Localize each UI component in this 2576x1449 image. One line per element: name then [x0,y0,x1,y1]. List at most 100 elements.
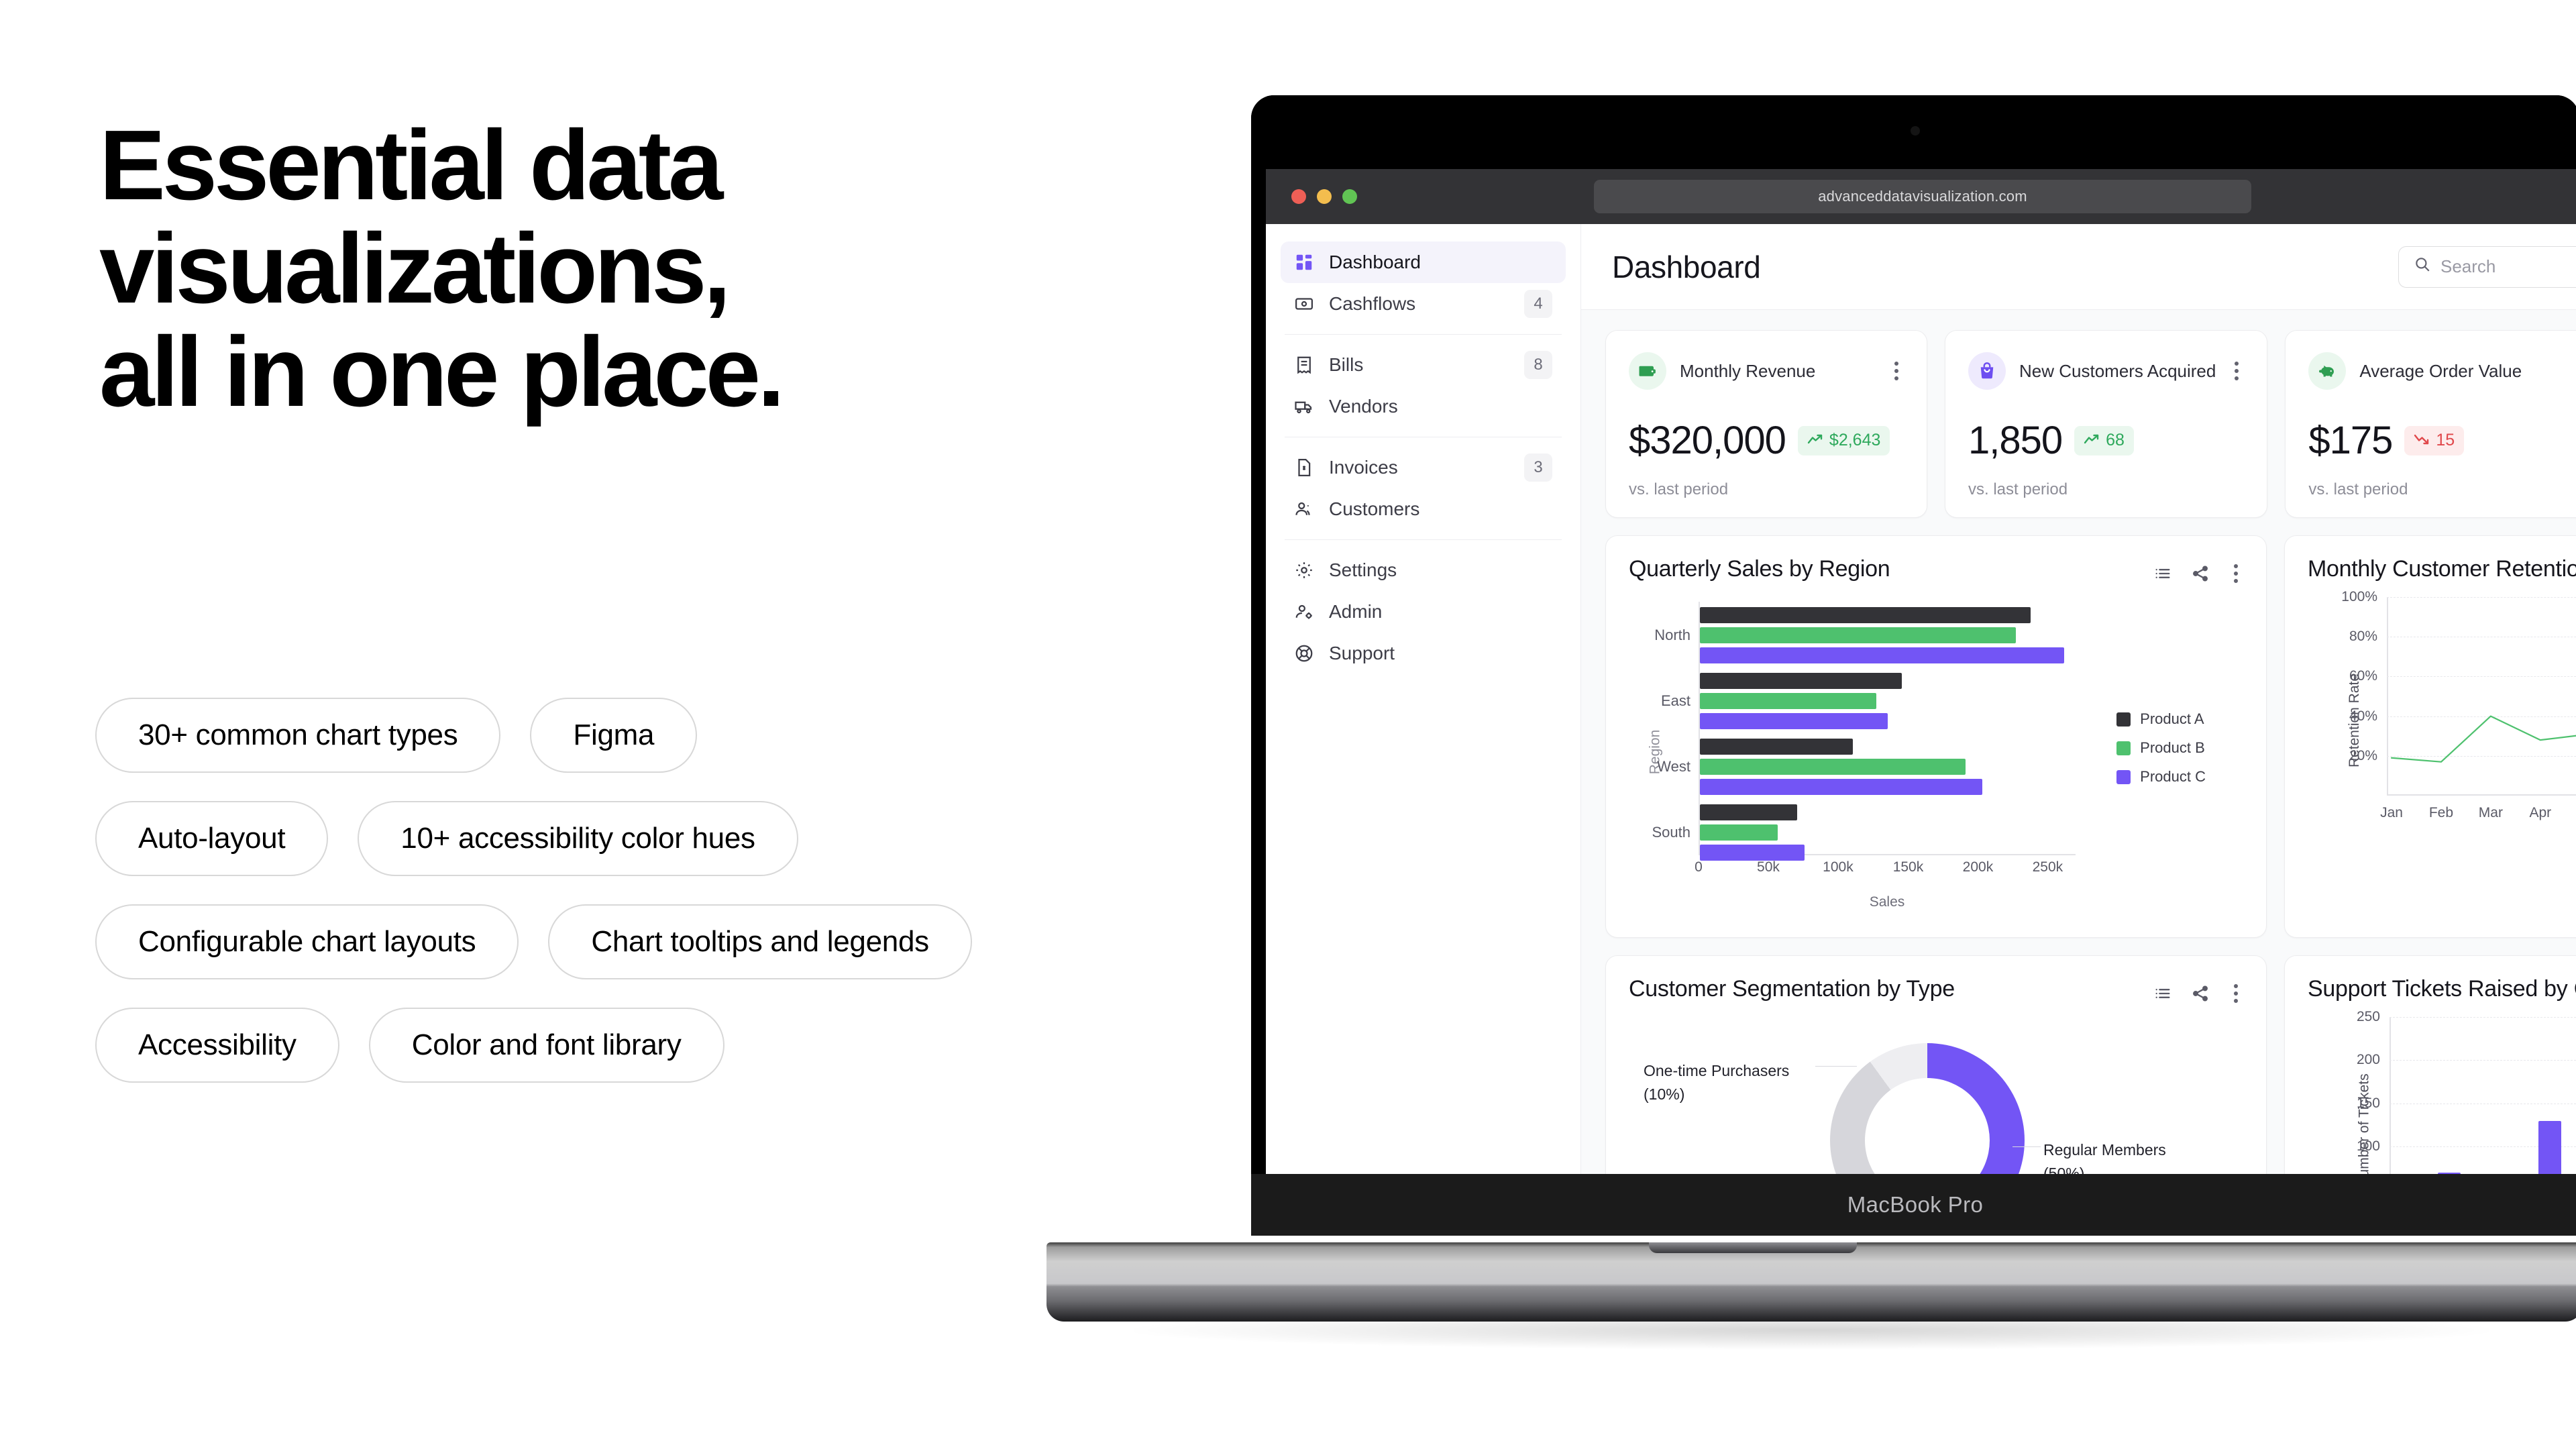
sidebar-item-support[interactable]: Support [1281,633,1566,674]
kebab-icon[interactable] [2229,560,2243,587]
list-icon[interactable] [2153,984,2172,1003]
chart-card-support-tickets: Support Tickets Raised by Customers Numb… [2284,955,2576,1175]
bar-product-c[interactable] [1700,713,1888,729]
search-input[interactable]: Search [2398,246,2576,288]
minimize-button[interactable] [1317,189,1332,204]
pill-row: 30+ common chart types Figma [95,698,1182,773]
sidebar-item-vendors[interactable]: Vendors [1281,386,1566,427]
feature-pill[interactable]: Color and font library [368,1008,724,1083]
x-axis-ticks: 0 50k 100k 150k 200k 250k [1695,859,2076,879]
bar-product-a[interactable] [1700,673,1902,689]
bar-product-a[interactable] [1700,804,1798,820]
feature-pill[interactable]: Configurable chart layouts [95,904,519,979]
category-label: South [1652,824,1691,841]
share-icon[interactable] [2191,984,2210,1003]
kebab-icon[interactable] [1889,358,1904,384]
kpi-delta-value: 15 [2436,431,2455,449]
slice-value: (10%) [1644,1085,1685,1103]
feature-pill[interactable]: Figma [530,698,698,773]
sidebar-item-cashflows[interactable]: Cashflows 4 [1281,283,1566,325]
feature-pill[interactable]: 30+ common chart types [95,698,501,773]
bar-group: North [1654,606,2076,665]
bar-product-a[interactable] [1700,607,2031,623]
category-label: North [1654,627,1690,643]
trend-up-icon [2084,431,2100,450]
bar-group: West [1657,737,2076,796]
sidebar-item-label: Cashflows [1329,293,1416,314]
sidebar-item-admin[interactable]: Admin [1281,591,1566,633]
users-icon [1294,499,1314,519]
sidebar-item-label: Support [1329,643,1395,663]
bar-group: South [1652,803,2076,862]
x-tick-label: Apr [2529,805,2552,820]
y-tick-label: 80% [2349,629,2377,645]
bar-product-c[interactable] [1700,779,1983,795]
bill-icon [1294,355,1314,375]
bar-product-b[interactable] [1700,759,1966,775]
sidebar-item-dashboard[interactable]: Dashboard [1281,241,1566,283]
kpi-card-average-order-value[interactable]: Average Order Value $175 15 vs. last per… [2285,330,2576,518]
y-tick-label: 100 [2356,1138,2380,1155]
donut-hole [1865,1078,1990,1175]
chart-legend: Product A Product B Product C [2116,710,2206,797]
sidebar-badge: 4 [1524,290,1552,318]
sidebar-item-invoices[interactable]: Invoices 3 [1281,447,1566,488]
bar-product-b[interactable] [1700,693,1877,709]
legend-item[interactable]: Product A [2116,710,2206,728]
laptop-screen: advanceddatavisualization.com Dashboard [1266,169,2576,1175]
bar-product-b[interactable] [1700,824,1778,841]
donut-ring[interactable] [1830,1043,2025,1175]
dashboard-board: Monthly Revenue $320,000 $2,643 vs. last… [1581,310,2576,1175]
line-chart-retention: Retention Rate 100% 80% 60% 40% 20% Jan … [2308,589,2576,840]
pill-row: Configurable chart layouts Chart tooltip… [95,904,1182,979]
pill-row: Accessibility Color and font library [95,1008,1182,1083]
bar-product-c[interactable] [1700,845,1805,861]
maximize-button[interactable] [1342,189,1357,204]
kpi-card-new-customers[interactable]: New Customers Acquired 1,850 68 vs. last… [1945,330,2268,518]
address-bar[interactable]: advanceddatavisualization.com [1594,180,2251,213]
kpi-title: Monthly Revenue [1680,360,1816,381]
laptop-chin: MacBook Pro [1251,1174,2576,1236]
kpi-title: Average Order Value [2359,360,2522,381]
kebab-icon[interactable] [2229,358,2244,384]
chart-card-customer-segmentation: Customer Segmentation by Type One-time P… [1605,955,2267,1175]
sidebar-item-customers[interactable]: Customers [1281,488,1566,530]
kebab-icon[interactable] [2229,980,2243,1007]
y-tick-label: 20% [2349,747,2377,763]
kpi-value: $320,000 [1629,419,1786,462]
bar-tickets[interactable] [2538,1120,2561,1175]
legend-swatch [2116,741,2131,755]
legend-label: Product C [2140,768,2206,785]
legend-label: Product A [2140,710,2204,727]
trend-up-icon [1807,431,1823,450]
feature-pill[interactable]: Chart tooltips and legends [548,904,972,979]
kpi-card-monthly-revenue[interactable]: Monthly Revenue $320,000 $2,643 vs. last… [1605,330,1927,518]
bar-chart-quarterly-sales: Region North East West South 0 50k 100k … [1629,598,2243,910]
list-icon[interactable] [2153,564,2172,583]
kpi-title: New Customers Acquired [2019,360,2216,381]
share-icon[interactable] [2191,564,2210,583]
admin-icon [1294,602,1314,622]
grid-line [2390,1060,2576,1061]
retention-line [2387,597,2576,796]
pill-row: Auto-layout 10+ accessibility color hues [95,801,1182,876]
feature-pill[interactable]: Auto-layout [95,801,329,876]
feature-pill[interactable]: Accessibility [95,1008,339,1083]
close-button[interactable] [1291,189,1306,204]
feature-pill[interactable]: 10+ accessibility color hues [358,801,798,876]
bar-product-c[interactable] [1700,647,2065,663]
trend-down-icon [2414,431,2430,450]
bar-product-a[interactable] [1700,739,1853,755]
chart-card-retention-rate: Monthly Customer Retention Rate Retentio… [2284,535,2576,938]
legend-item[interactable]: Product B [2116,739,2206,757]
sidebar-item-settings[interactable]: Settings [1281,549,1566,591]
x-tick-label: 0 [1695,859,1703,875]
bar-product-b[interactable] [1700,627,2016,643]
sidebar-item-bills[interactable]: Bills 8 [1281,344,1566,386]
legend-item[interactable]: Product C [2116,768,2206,786]
device-label: MacBook Pro [1847,1192,1984,1217]
chart-row-2: Customer Segmentation by Type One-time P… [1605,955,2576,1175]
feature-pill-list: 30+ common chart types Figma Auto-layout… [95,698,1182,1111]
sidebar-item-label: Bills [1329,354,1364,375]
sidebar: Dashboard Cashflows 4 Bills 8 Vendors In… [1266,224,1581,1175]
